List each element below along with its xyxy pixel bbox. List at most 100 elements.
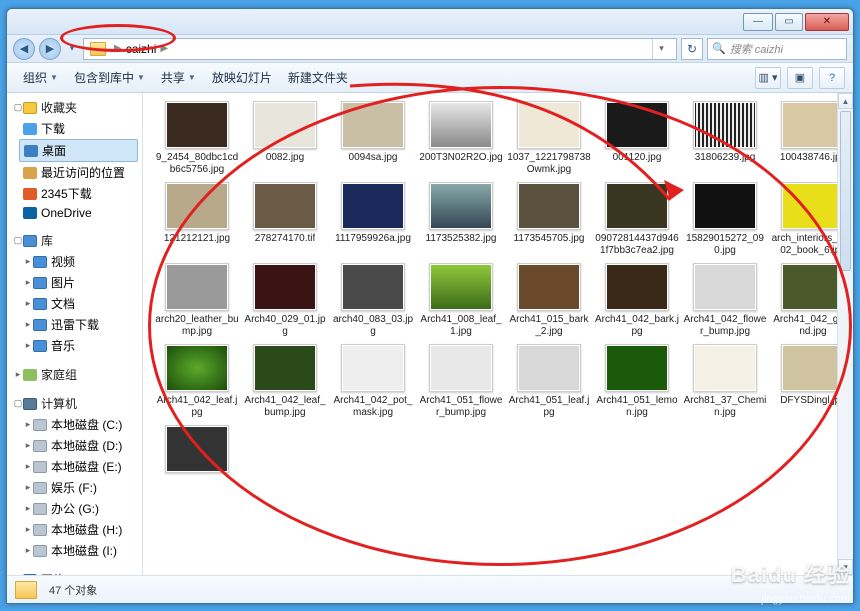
file-item[interactable]: Arch41_042_flower_bump.jpg — [683, 263, 767, 338]
sidebar-item-videos[interactable]: ▸视频 — [7, 251, 142, 272]
folder-icon — [23, 188, 37, 200]
vertical-scrollbar[interactable]: ▲ ▼ — [837, 93, 853, 575]
file-item[interactable] — [155, 425, 239, 476]
file-item[interactable]: Arch41_042_bark.jpg — [595, 263, 679, 338]
path-separator-icon: ▶ — [110, 43, 126, 54]
file-name: DFYSDingl.jpg — [780, 395, 846, 407]
status-bar: 47 个对象 — [7, 575, 853, 603]
sidebar-item-drive-i[interactable]: ▸本地磁盘 (I:) — [7, 540, 142, 561]
thumbnail — [781, 344, 845, 392]
organize-menu[interactable]: 组织▼ — [15, 63, 66, 92]
sidebar-item-pictures[interactable]: ▸图片 — [7, 272, 142, 293]
scroll-thumb[interactable] — [840, 111, 851, 271]
file-item[interactable]: Arch41_015_bark_2.jpg — [507, 263, 591, 338]
thumbnail — [341, 182, 405, 230]
libraries-header[interactable]: ▢库 — [7, 230, 142, 251]
file-item[interactable]: 1173525382.jpg — [419, 182, 503, 257]
path-dropdown[interactable]: ▾ — [652, 39, 670, 59]
file-item[interactable]: Arch40_029_01.jpg — [243, 263, 327, 338]
minimize-button[interactable]: — — [743, 13, 773, 31]
file-item[interactable]: Arch41_051_flower_bump.jpg — [419, 344, 503, 419]
file-item[interactable]: 278274170.tif — [243, 182, 327, 257]
file-item[interactable]: 09072814437d9461f7bb3c7ea2.jpg — [595, 182, 679, 257]
file-item[interactable]: 1037_1221798738Owmk.jpg — [507, 101, 591, 176]
back-button[interactable]: ◀ — [13, 38, 35, 60]
scroll-down-button[interactable]: ▼ — [838, 559, 853, 575]
file-item[interactable]: 0094sa.jpg — [331, 101, 415, 176]
file-item[interactable]: Arch41_042_leaf.jpg — [155, 344, 239, 419]
file-item[interactable]: arch40_083_03.jpg — [331, 263, 415, 338]
sidebar-item-onedrive[interactable]: OneDrive — [7, 204, 142, 222]
file-item[interactable]: Arch81_37_Chemin.jpg — [683, 344, 767, 419]
preview-pane-button[interactable]: ▣ — [787, 67, 813, 89]
recent-icon — [23, 167, 37, 179]
scroll-up-button[interactable]: ▲ — [838, 93, 853, 109]
video-icon — [33, 256, 47, 268]
new-folder-button[interactable]: 新建文件夹 — [280, 63, 356, 92]
refresh-button[interactable]: ↻ — [681, 38, 703, 60]
share-menu[interactable]: 共享▼ — [153, 63, 204, 92]
file-item[interactable]: arch20_leather_bump.jpg — [155, 263, 239, 338]
include-in-library-menu[interactable]: 包含到库中▼ — [66, 63, 153, 92]
file-item[interactable]: Arch41_042_leaf_bump.jpg — [243, 344, 327, 419]
path-box[interactable]: ▶ caizhi ▶ ▾ — [83, 38, 677, 60]
file-item[interactable]: 15829015272_090.jpg — [683, 182, 767, 257]
file-name: 31806239.jpg — [695, 152, 756, 164]
drive-icon — [33, 461, 47, 473]
sidebar-item-drive-f[interactable]: ▸娱乐 (F:) — [7, 477, 142, 498]
thumbnail — [341, 101, 405, 149]
sidebar-item-drive-e[interactable]: ▸本地磁盘 (E:) — [7, 456, 142, 477]
thumbnail — [693, 101, 757, 149]
thumbnail — [165, 425, 229, 473]
file-list[interactable]: 9_2454_80dbc1cdb6c5756.jpg0082.jpg0094sa… — [143, 93, 853, 575]
search-input[interactable]: 🔍 搜索 caizhi — [707, 38, 847, 60]
file-item[interactable]: 001120.jpg — [595, 101, 679, 176]
music-icon — [33, 340, 47, 352]
view-options-button[interactable]: ▥ ▾ — [755, 67, 781, 89]
file-item[interactable]: 1117959926a.jpg — [331, 182, 415, 257]
file-name: Arch41_042_bark.jpg — [595, 314, 679, 338]
item-count: 47 个对象 — [49, 582, 97, 598]
forward-button[interactable]: ▶ — [39, 38, 61, 60]
history-dropdown[interactable]: ▾ — [65, 40, 79, 58]
file-item[interactable]: Arch41_008_leaf_1.jpg — [419, 263, 503, 338]
thumbnail — [517, 101, 581, 149]
file-name: 9_2454_80dbc1cdb6c5756.jpg — [155, 152, 239, 176]
file-name: 1037_1221798738Owmk.jpg — [507, 152, 591, 176]
sidebar-item-downloads[interactable]: 下载 — [7, 118, 142, 139]
close-button[interactable]: ✕ — [805, 13, 849, 31]
thumbnail — [253, 344, 317, 392]
nav-pane: ▢收藏夹 下载 桌面 最近访问的位置 2345下载 OneDrive ▢库 ▸视… — [7, 93, 143, 575]
sidebar-item-drive-d[interactable]: ▸本地磁盘 (D:) — [7, 435, 142, 456]
file-item[interactable]: Arch41_051_lemon.jpg — [595, 344, 679, 419]
sidebar-item-xunlei[interactable]: ▸迅雷下载 — [7, 314, 142, 335]
thumbnail — [253, 101, 317, 149]
sidebar-item-documents[interactable]: ▸文档 — [7, 293, 142, 314]
help-button[interactable]: ? — [819, 67, 845, 89]
file-item[interactable]: 31806239.jpg — [683, 101, 767, 176]
file-item[interactable]: 200T3N02R2O.jpg — [419, 101, 503, 176]
file-item[interactable]: 9_2454_80dbc1cdb6c5756.jpg — [155, 101, 239, 176]
titlebar: — ▭ ✕ — [7, 9, 853, 35]
explorer-body: ▢收藏夹 下载 桌面 最近访问的位置 2345下载 OneDrive ▢库 ▸视… — [7, 93, 853, 575]
sidebar-item-2345[interactable]: 2345下载 — [7, 183, 142, 204]
sidebar-item-drive-h[interactable]: ▸本地磁盘 (H:) — [7, 519, 142, 540]
file-item[interactable]: 1173545705.jpg — [507, 182, 591, 257]
file-item[interactable]: 121212121.jpg — [155, 182, 239, 257]
favorites-header[interactable]: ▢收藏夹 — [7, 97, 142, 118]
sidebar-item-drive-c[interactable]: ▸本地磁盘 (C:) — [7, 414, 142, 435]
computer-header[interactable]: ▢计算机 — [7, 393, 142, 414]
sidebar-item-desktop[interactable]: 桌面 — [19, 139, 138, 162]
file-name: 278274170.tif — [255, 233, 316, 245]
thumbnail — [429, 101, 493, 149]
file-item[interactable]: Arch41_051_leaf.jpg — [507, 344, 591, 419]
sidebar-item-drive-g[interactable]: ▸办公 (G:) — [7, 498, 142, 519]
file-item[interactable]: 0082.jpg — [243, 101, 327, 176]
file-item[interactable]: Arch41_042_pot_mask.jpg — [331, 344, 415, 419]
maximize-button[interactable]: ▭ — [775, 13, 803, 31]
slideshow-button[interactable]: 放映幻灯片 — [204, 63, 280, 92]
thumbnail — [693, 263, 757, 311]
sidebar-item-music[interactable]: ▸音乐 — [7, 335, 142, 356]
sidebar-item-recent[interactable]: 最近访问的位置 — [7, 162, 142, 183]
homegroup-header[interactable]: ▸家庭组 — [7, 364, 142, 385]
